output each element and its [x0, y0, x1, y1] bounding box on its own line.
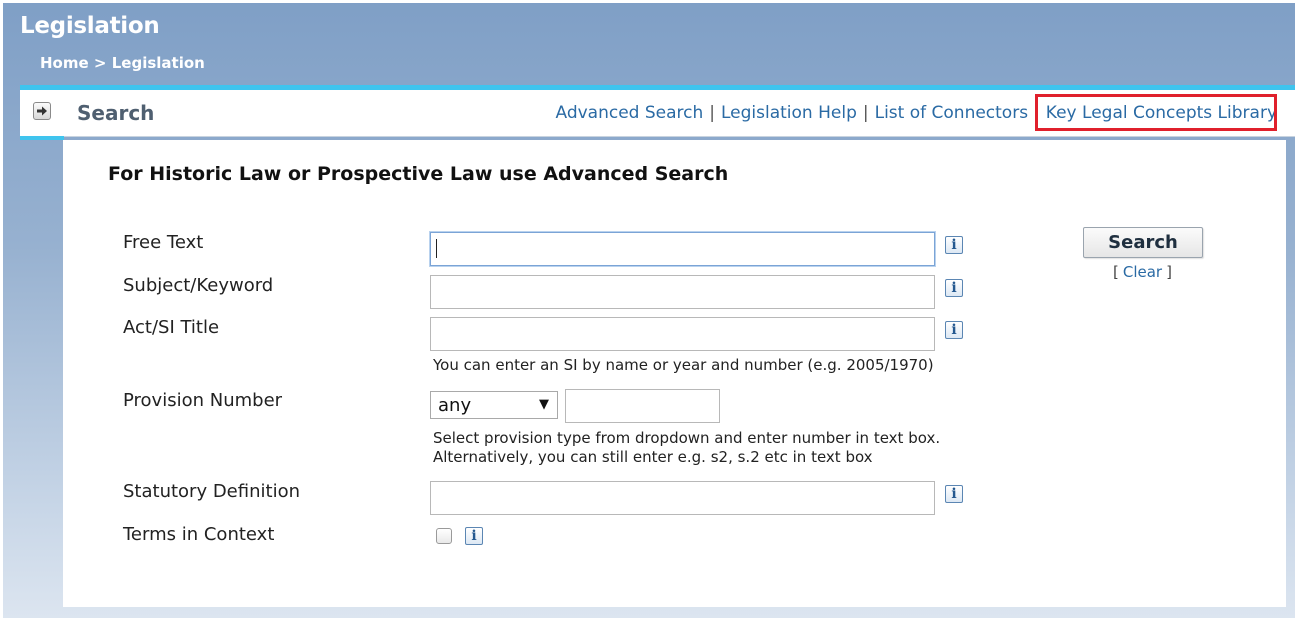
search-section-label: Search: [77, 101, 155, 125]
advanced-search-link[interactable]: Advanced Search: [555, 103, 703, 123]
clear-bracket-open: [: [1113, 263, 1119, 281]
subject-keyword-label: Subject/Keyword: [123, 275, 274, 296]
info-icon[interactable]: i: [465, 527, 483, 545]
list-of-connectors-link[interactable]: List of Connectors: [875, 103, 1028, 123]
subject-keyword-input[interactable]: [430, 275, 935, 309]
legislation-help-link[interactable]: Legislation Help: [721, 103, 857, 123]
text-cursor: [436, 239, 437, 258]
free-text-label: Free Text: [123, 232, 204, 253]
provision-type-select[interactable]: any ▼: [430, 391, 558, 419]
act-si-title-input[interactable]: [430, 317, 935, 351]
link-separator: |: [1034, 103, 1040, 123]
search-toolbar: Search Advanced Search | Legislation Help |…: [20, 85, 1295, 137]
statutory-definition-input[interactable]: [430, 481, 935, 515]
frame-edge-left: [0, 0, 3, 618]
provision-number-hint-line1: Select provision type from dropdown and …: [433, 429, 941, 447]
breadcrumb-home-link[interactable]: Home: [40, 54, 89, 72]
clear-link[interactable]: Clear: [1123, 263, 1162, 281]
search-button[interactable]: Search: [1083, 227, 1203, 258]
key-legal-concepts-library-link[interactable]: Key Legal Concepts Library: [1046, 103, 1277, 123]
link-separator: |: [709, 103, 715, 123]
provision-number-label: Provision Number: [123, 390, 283, 411]
frame-edge-top: [0, 0, 1295, 3]
act-si-title-label: Act/SI Title: [123, 317, 220, 338]
provision-number-input[interactable]: [565, 389, 720, 423]
free-text-input[interactable]: [430, 232, 935, 266]
provision-number-hint-line2: Alternatively, you can still enter e.g. …: [433, 448, 873, 466]
terms-in-context-checkbox[interactable]: [436, 528, 452, 544]
clear-bracket-close: ]: [1166, 263, 1172, 281]
historic-law-notice: For Historic Law or Prospective Law use …: [108, 163, 729, 185]
clear-link-wrapper: [Clear]: [1113, 263, 1172, 281]
info-icon[interactable]: i: [945, 321, 963, 339]
info-icon[interactable]: i: [945, 485, 963, 503]
search-tab-accent: [20, 136, 64, 140]
triangle-down-icon: ▼: [539, 397, 549, 412]
statutory-definition-label: Statutory Definition: [123, 481, 300, 502]
arrow-right-icon[interactable]: [33, 102, 51, 120]
breadcrumb: Home > Legislation: [40, 54, 205, 72]
page-title: Legislation: [20, 13, 160, 39]
toolbar-links: Advanced Search | Legislation Help | List of…: [555, 103, 1277, 123]
link-separator: |: [862, 103, 869, 123]
breadcrumb-current: Legislation: [111, 54, 205, 72]
act-si-title-hint: You can enter an SI by name or year and …: [433, 356, 934, 374]
terms-in-context-label: Terms in Context: [123, 524, 275, 545]
breadcrumb-separator: >: [93, 54, 107, 72]
info-icon[interactable]: i: [945, 279, 963, 297]
provision-type-selected-value: any: [438, 395, 472, 416]
info-icon[interactable]: i: [945, 236, 963, 254]
